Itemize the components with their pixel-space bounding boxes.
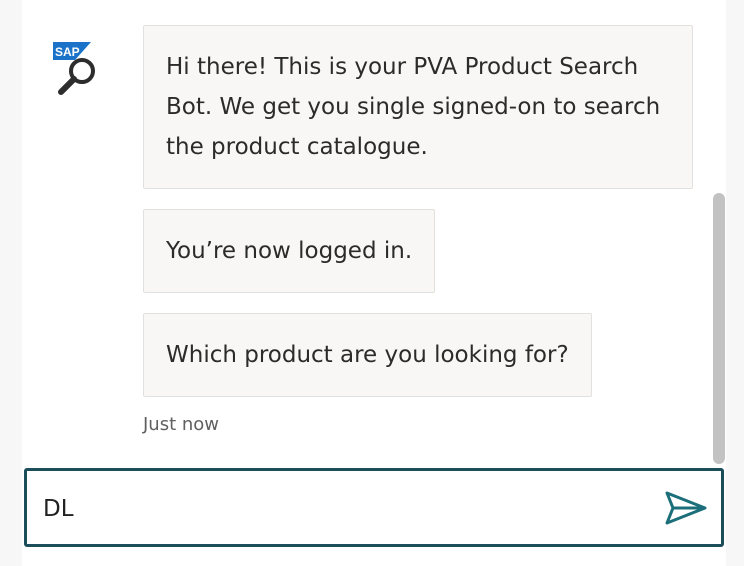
message-text: Hi there! This is your PVA Product Searc… [166, 54, 661, 160]
message-text: Which product are you looking for? [166, 342, 569, 368]
bot-message-bubble: Hi there! This is your PVA Product Searc… [143, 25, 693, 189]
message-input[interactable] [43, 489, 643, 529]
message-timestamp: Just now [143, 414, 220, 435]
bot-avatar: SAP [53, 40, 103, 100]
chat-window: SAP Hi there! This is your PVA Product S… [0, 0, 744, 566]
frame-edge-left [0, 0, 22, 566]
frame-edge-right [726, 0, 744, 566]
svg-text:SAP: SAP [55, 45, 80, 59]
chat-transcript[interactable]: SAP Hi there! This is your PVA Product S… [22, 0, 726, 466]
bot-message-bubble: You’re now logged in. [143, 209, 436, 293]
scrollbar-thumb[interactable] [713, 193, 725, 464]
send-icon [665, 491, 707, 525]
send-button[interactable] [661, 487, 711, 529]
bot-message-bubble: Which product are you looking for? [143, 313, 592, 397]
message-composer [24, 468, 724, 547]
sap-product-search-icon: SAP [53, 42, 95, 95]
message-text: You’re now logged in. [166, 238, 413, 264]
